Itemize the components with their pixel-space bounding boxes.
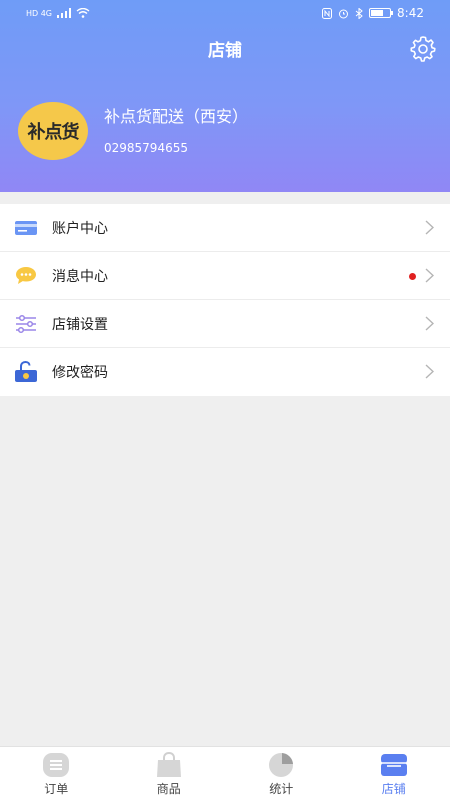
store-profile[interactable]: 补点货 补点货配送（西安） 02985794655 (18, 102, 248, 160)
sliders-icon (14, 312, 38, 336)
tab-label: 订单 (44, 782, 69, 796)
bluetooth-icon (355, 7, 363, 19)
gear-icon (410, 36, 436, 62)
menu-item-label: 账户中心 (52, 220, 108, 237)
wifi-icon (76, 8, 90, 18)
menu-item-label: 店铺设置 (52, 316, 108, 333)
status-right: 8:42 (322, 6, 424, 20)
tab-orders[interactable]: 订单 (0, 747, 113, 800)
card-icon (14, 216, 38, 240)
status-left: HD 4G (26, 8, 90, 18)
chevron-right-icon (425, 364, 434, 379)
unlock-icon (14, 360, 38, 384)
menu-item-message-center[interactable]: 消息中心 (0, 252, 450, 300)
status-bar: HD 4G 8:42 (0, 0, 450, 26)
signal-icon (57, 8, 72, 18)
menu-item-account-center[interactable]: 账户中心 (0, 204, 450, 252)
status-time: 8:42 (397, 6, 424, 20)
menu-item-label: 消息中心 (52, 268, 108, 285)
chevron-right-icon (425, 316, 434, 331)
tab-statistics[interactable]: 统计 (225, 747, 338, 800)
menu-list: 账户中心 消息中心 店铺设置 修改密码 (0, 204, 450, 396)
settings-button[interactable] (410, 36, 436, 62)
chevron-right-icon (425, 268, 434, 283)
menu-item-label: 修改密码 (52, 365, 108, 381)
store-name: 补点货配送（西安） (104, 107, 249, 126)
unread-dot (409, 273, 416, 280)
menu-item-change-password[interactable]: 修改密码 (0, 348, 450, 396)
menu-item-store-settings[interactable]: 店铺设置 (0, 300, 450, 348)
network-indicator: HD 4G (26, 8, 53, 18)
store-info: 补点货配送（西安） 02985794655 (104, 107, 248, 155)
chevron-right-icon (425, 220, 434, 235)
store-logo-text: 补点货 (27, 122, 80, 143)
tab-label: 统计 (269, 782, 294, 796)
store-phone: 02985794655 (104, 141, 188, 155)
order-icon (43, 753, 70, 777)
store-icon (380, 754, 407, 776)
alarm-icon (339, 9, 349, 18)
tab-products[interactable]: 商品 (113, 747, 226, 800)
bottom-tab-bar: 订单 商品 统计 店铺 (0, 746, 450, 800)
bag-icon (156, 752, 181, 777)
tab-label: 商品 (156, 782, 181, 796)
chat-bubble-icon (14, 264, 38, 288)
battery-icon (369, 8, 394, 18)
pie-icon (269, 753, 294, 777)
tab-store[interactable]: 店铺 (338, 747, 450, 800)
tab-label: 店铺 (381, 782, 406, 796)
header: HD 4G 8:42 店铺 补点货 补点货配送（西安） 02985794655 (0, 0, 450, 192)
store-logo: 补点货 (18, 102, 88, 160)
page-title: 店铺 (208, 41, 242, 61)
nfc-icon (322, 7, 333, 19)
